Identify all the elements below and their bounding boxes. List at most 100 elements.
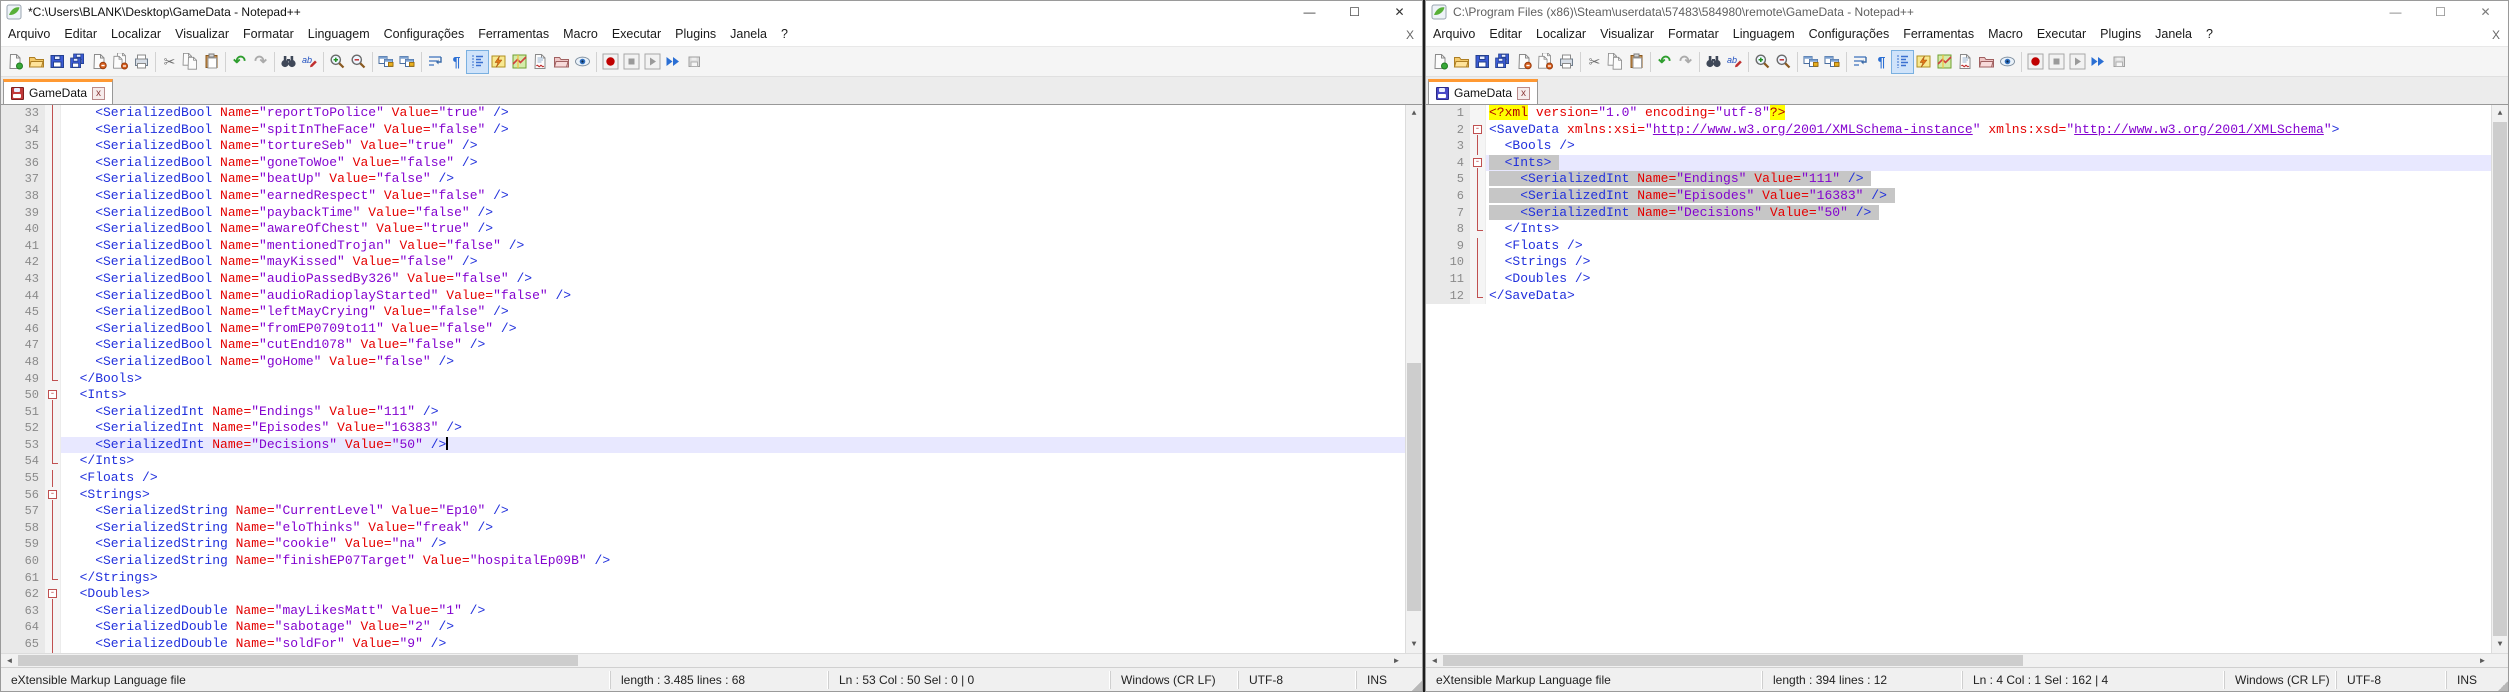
code-line[interactable]: 9 <Floats />: [1426, 237, 2508, 255]
replace-icon[interactable]: ab: [1724, 51, 1745, 73]
resize-grip[interactable]: [2494, 668, 2508, 691]
encoding-status[interactable]: UTF-8: [1238, 670, 1356, 689]
title-bar[interactable]: C:\Program Files (x86)\Steam\userdata\57…: [1426, 1, 2508, 23]
fold-collapse-marker[interactable]: -: [1470, 121, 1486, 139]
code-line[interactable]: 41 <SerializedBool Name="mentionedTrojan…: [1, 237, 1422, 255]
sync-v-scroll-icon[interactable]: [1801, 51, 1822, 73]
save-all-icon[interactable]: [68, 51, 89, 73]
indent-guide-icon[interactable]: [466, 49, 489, 74]
code-line[interactable]: 12 </SaveData>: [1426, 287, 2508, 305]
sync-h-scroll-icon[interactable]: [1822, 51, 1843, 73]
close-button[interactable]: ✕: [2463, 1, 2508, 23]
menu-item-linguagem[interactable]: Linguagem: [1726, 23, 1802, 46]
zoom-out-icon[interactable]: [348, 51, 369, 73]
code-line[interactable]: 63 <SerializedDouble Name="mayLikesMatt"…: [1, 602, 1422, 620]
menu-item-help[interactable]: ?: [774, 23, 795, 46]
menu-item-executar[interactable]: Executar: [605, 23, 668, 46]
scroll-up-arrow[interactable]: ▲: [1406, 105, 1422, 122]
code-line[interactable]: 10 <Strings />: [1426, 254, 2508, 271]
zoom-in-icon[interactable]: [327, 51, 348, 73]
fold-collapse-marker[interactable]: -: [45, 586, 61, 603]
find-icon[interactable]: [1703, 51, 1724, 73]
scroll-thumb[interactable]: [2493, 122, 2507, 636]
code-line[interactable]: 3 <Bools />: [1426, 138, 2508, 155]
tab-close-icon[interactable]: x: [1517, 86, 1531, 100]
macro-play-icon[interactable]: [642, 51, 663, 73]
code-line[interactable]: 4- <Ints>: [1426, 154, 2508, 172]
eol-format-status[interactable]: Windows (CR LF): [2224, 670, 2336, 689]
maximize-button[interactable]: ☐: [1332, 1, 1377, 23]
undo-icon[interactable]: ↶: [1654, 51, 1675, 73]
code-line[interactable]: 58 <SerializedString Name="eloThinks" Va…: [1, 519, 1422, 537]
horizontal-scrollbar[interactable]: ◄ ►: [1, 653, 1422, 667]
print-icon[interactable]: [131, 51, 152, 73]
code-line[interactable]: 44 <SerializedBool Name="audioRadioplayS…: [1, 287, 1422, 305]
function-list-icon[interactable]: [530, 51, 551, 73]
folder-workspace-icon[interactable]: [551, 51, 572, 73]
code-line[interactable]: 39 <SerializedBool Name="paybackTime" Va…: [1, 204, 1422, 222]
menu-item-linguagem[interactable]: Linguagem: [301, 23, 377, 46]
menu-item-macro[interactable]: Macro: [1981, 23, 2030, 46]
macro-save-icon[interactable]: [2109, 51, 2130, 73]
code-line[interactable]: 49 </Bools>: [1, 370, 1422, 388]
paste-icon[interactable]: [201, 51, 222, 73]
save-all-icon[interactable]: [1493, 51, 1514, 73]
sync-v-scroll-icon[interactable]: [376, 51, 397, 73]
vertical-scrollbar[interactable]: ▲ ▼: [2491, 105, 2508, 653]
code-line[interactable]: 50- <Ints>: [1, 387, 1422, 404]
close-button[interactable]: ✕: [1377, 1, 1422, 23]
scroll-down-arrow[interactable]: ▼: [1406, 636, 1422, 653]
menu-item-plugins[interactable]: Plugins: [668, 23, 723, 46]
code-line[interactable]: 42 <SerializedBool Name="mayKissed" Valu…: [1, 254, 1422, 271]
code-line[interactable]: 37 <SerializedBool Name="beatUp" Value="…: [1, 171, 1422, 188]
tab-gamedata[interactable]: GameData x: [3, 79, 114, 104]
menu-item-visualizar[interactable]: Visualizar: [168, 23, 236, 46]
menu-item-ferramentas[interactable]: Ferramentas: [1896, 23, 1981, 46]
new-file-icon[interactable]: [5, 51, 26, 73]
resize-grip[interactable]: [1408, 668, 1422, 691]
code-line[interactable]: 1 <?xml version="1.0" encoding="utf-8"?>: [1426, 105, 2508, 122]
user-dialog-icon[interactable]: [488, 51, 509, 73]
code-line[interactable]: 40 <SerializedBool Name="awareOfChest" V…: [1, 221, 1422, 238]
title-bar[interactable]: *C:\Users\BLANK\Desktop\GameData - Notep…: [1, 1, 1422, 23]
hscroll-thumb[interactable]: [1443, 655, 2023, 666]
code-line[interactable]: 55 <Floats />: [1, 470, 1422, 487]
find-icon[interactable]: [278, 51, 299, 73]
menu-item-plugins[interactable]: Plugins: [2093, 23, 2148, 46]
scroll-right-arrow[interactable]: ►: [2474, 654, 2491, 667]
code-line[interactable]: 53 <SerializedInt Name="Decisions" Value…: [1, 436, 1422, 454]
code-line[interactable]: 35 <SerializedBool Name="tortureSeb" Val…: [1, 138, 1422, 155]
menu-item-editar[interactable]: Editar: [1482, 23, 1529, 46]
new-file-icon[interactable]: [1430, 51, 1451, 73]
redo-icon[interactable]: ↷: [250, 51, 271, 73]
code-line[interactable]: 64 <SerializedDouble Name="sabotage" Val…: [1, 619, 1422, 636]
open-file-icon[interactable]: [26, 51, 47, 73]
tab-gamedata[interactable]: GameData x: [1428, 79, 1539, 104]
close-all-icon[interactable]: [110, 51, 131, 73]
maximize-button[interactable]: ☐: [2418, 1, 2463, 23]
zoom-in-icon[interactable]: [1752, 51, 1773, 73]
code-line[interactable]: 33 <SerializedBool Name="reportToPolice"…: [1, 105, 1422, 122]
menu-item-arquivo[interactable]: Arquivo: [1, 23, 57, 46]
menu-item-localizar[interactable]: Localizar: [104, 23, 168, 46]
open-file-icon[interactable]: [1451, 51, 1472, 73]
menubar-close-icon[interactable]: X: [2492, 28, 2500, 42]
close-doc-icon[interactable]: [1514, 51, 1535, 73]
fold-collapse-marker[interactable]: -: [1470, 154, 1486, 172]
hscroll-thumb[interactable]: [18, 655, 578, 666]
macro-run-multi-icon[interactable]: [663, 51, 684, 73]
doc-map-icon[interactable]: [509, 51, 530, 73]
undo-icon[interactable]: ↶: [229, 51, 250, 73]
scroll-down-arrow[interactable]: ▼: [2492, 636, 2508, 653]
code-line[interactable]: 48 <SerializedBool Name="goHome" Value="…: [1, 353, 1422, 371]
menu-item-macro[interactable]: Macro: [556, 23, 605, 46]
code-line[interactable]: 8 </Ints>: [1426, 221, 2508, 238]
close-doc-icon[interactable]: [89, 51, 110, 73]
code-line[interactable]: 46 <SerializedBool Name="fromEP0709to11"…: [1, 320, 1422, 338]
code-line[interactable]: 43 <SerializedBool Name="audioPassedBy32…: [1, 270, 1422, 288]
code-line[interactable]: 51 <SerializedInt Name="Endings" Value="…: [1, 403, 1422, 421]
menu-item-formatar[interactable]: Formatar: [236, 23, 301, 46]
menu-item-visualizar[interactable]: Visualizar: [1593, 23, 1661, 46]
macro-record-icon[interactable]: [600, 51, 621, 73]
scroll-left-arrow[interactable]: ◄: [1, 654, 18, 667]
